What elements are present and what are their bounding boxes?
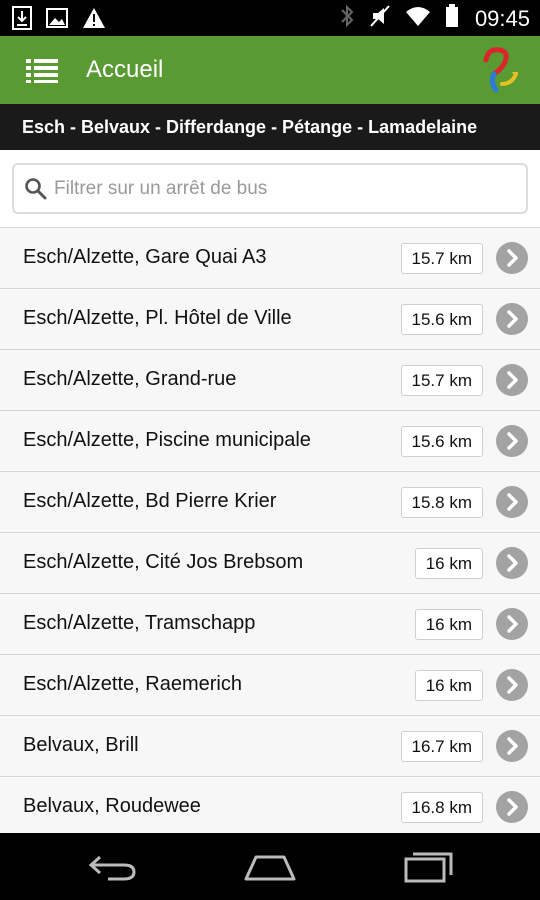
- list-item[interactable]: Esch/Alzette, Raemerich 16 km: [0, 654, 540, 715]
- distance-badge: 16 km: [414, 670, 483, 701]
- distance-badge: 16.8 km: [400, 792, 483, 823]
- download-icon: [12, 6, 32, 35]
- distance-badge: 16 km: [414, 548, 483, 579]
- list-item[interactable]: Belvaux, Roudewee 16.8 km: [0, 776, 540, 833]
- distance-badge: 15.7 km: [400, 365, 483, 396]
- list-item[interactable]: Esch/Alzette, Bd Pierre Krier 15.8 km: [0, 471, 540, 532]
- mute-icon: [369, 4, 391, 33]
- list-item[interactable]: Belvaux, Brill 16.7 km: [0, 715, 540, 776]
- recents-icon[interactable]: [404, 849, 454, 883]
- chevron-right-icon[interactable]: [496, 730, 528, 762]
- chevron-right-icon[interactable]: [496, 425, 528, 457]
- distance-badge: 15.7 km: [400, 243, 483, 274]
- search-icon: [24, 177, 48, 201]
- distance-badge: 15.8 km: [400, 487, 483, 518]
- chevron-right-icon[interactable]: [496, 364, 528, 396]
- chevron-right-icon[interactable]: [496, 791, 528, 823]
- distance-badge: 16.7 km: [400, 731, 483, 762]
- stop-name: Esch/Alzette, Gare Quai A3: [23, 246, 267, 268]
- chevron-right-icon[interactable]: [496, 303, 528, 335]
- list-item[interactable]: Esch/Alzette, Pl. Hôtel de Ville 15.6 km: [0, 288, 540, 349]
- app-bar: Accueil: [0, 36, 540, 104]
- stop-name: Esch/Alzette, Grand-rue: [23, 368, 237, 390]
- page-title: Accueil: [86, 56, 164, 83]
- chevron-right-icon[interactable]: [496, 242, 528, 274]
- list-item[interactable]: Esch/Alzette, Grand-rue 15.7 km: [0, 349, 540, 410]
- image-icon: [46, 8, 68, 33]
- chevron-right-icon[interactable]: [496, 608, 528, 640]
- wifi-icon: [405, 5, 431, 32]
- warning-icon: [82, 7, 106, 34]
- stop-name: Esch/Alzette, Bd Pierre Krier: [23, 490, 277, 512]
- stop-name: Esch/Alzette, Raemerich: [23, 673, 242, 695]
- search-area: [0, 150, 540, 227]
- status-time: 09:45: [474, 5, 530, 31]
- distance-badge: 15.6 km: [400, 426, 483, 457]
- battery-icon: [445, 4, 459, 33]
- distance-badge: 16 km: [414, 609, 483, 640]
- stop-name: Belvaux, Brill: [23, 734, 139, 756]
- status-bar: 09:45: [0, 0, 540, 36]
- stop-name: Belvaux, Roudewee: [23, 795, 201, 817]
- list-item[interactable]: Esch/Alzette, Tramschapp 16 km: [0, 593, 540, 654]
- list-item[interactable]: Esch/Alzette, Cité Jos Brebsom 16 km: [0, 532, 540, 593]
- route-header: Esch - Belvaux - Differdange - Pétange -…: [0, 104, 540, 150]
- stop-name: Esch/Alzette, Pl. Hôtel de Ville: [23, 307, 292, 329]
- chevron-right-icon[interactable]: [496, 669, 528, 701]
- app-logo-icon: [478, 44, 522, 96]
- stop-list: Esch/Alzette, Gare Quai A3 15.7 km Esch/…: [0, 227, 540, 833]
- search-box[interactable]: [12, 163, 528, 214]
- list-menu-icon[interactable]: [26, 56, 58, 84]
- chevron-right-icon[interactable]: [496, 486, 528, 518]
- back-icon[interactable]: [88, 853, 138, 881]
- stop-name: Esch/Alzette, Tramschapp: [23, 612, 256, 634]
- home-icon[interactable]: [244, 853, 296, 881]
- navigation-bar: [0, 833, 540, 900]
- stop-name: Esch/Alzette, Piscine municipale: [23, 429, 311, 451]
- search-input[interactable]: [54, 171, 514, 207]
- stop-name: Esch/Alzette, Cité Jos Brebsom: [23, 551, 304, 573]
- chevron-right-icon[interactable]: [496, 547, 528, 579]
- list-item[interactable]: Esch/Alzette, Gare Quai A3 15.7 km: [0, 227, 540, 288]
- list-item[interactable]: Esch/Alzette, Piscine municipale 15.6 km: [0, 410, 540, 471]
- bluetooth-icon: [339, 4, 355, 33]
- distance-badge: 15.6 km: [400, 304, 483, 335]
